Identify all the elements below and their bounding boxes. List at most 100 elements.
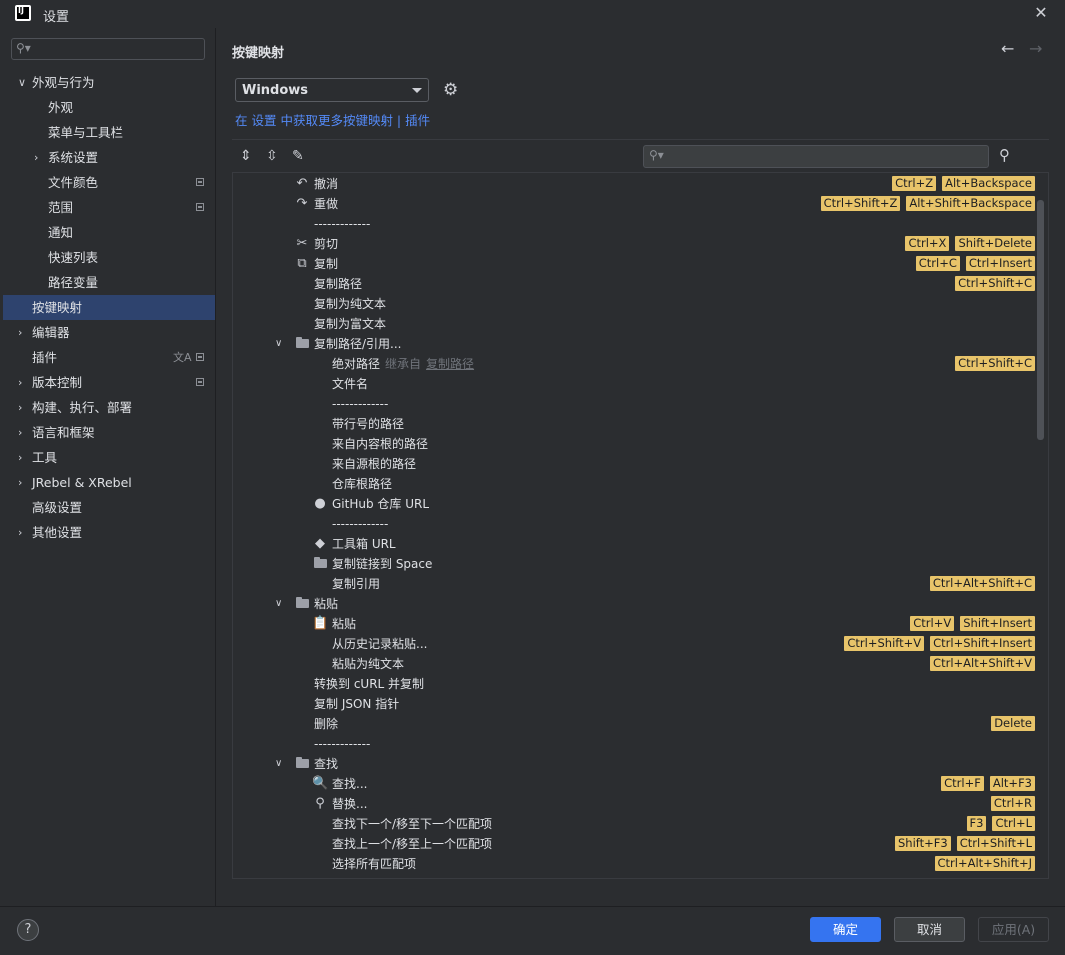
action-row[interactable]: ⚲ 替换... Ctrl+R bbox=[233, 794, 1048, 814]
action-label-text: 选择所有匹配项 bbox=[332, 857, 417, 871]
search-icon: ⚲▾ bbox=[16, 41, 31, 55]
get-more-keymaps-link[interactable]: 在 设置 中获取更多按键映射 | 插件 bbox=[235, 110, 430, 129]
sidebar-item[interactable]: 快速列表 bbox=[3, 245, 215, 270]
action-label: 转换到 cURL 并复制 bbox=[314, 674, 424, 694]
action-row[interactable]: 复制为富文本 bbox=[233, 314, 1048, 334]
action-row[interactable]: ∨ 复制路径/引用... bbox=[233, 334, 1048, 354]
sidebar-item[interactable]: › 工具 bbox=[3, 445, 215, 470]
action-label: 复制为富文本 bbox=[314, 314, 386, 334]
chevron-right-icon[interactable]: › bbox=[18, 420, 22, 445]
sidebar-item[interactable]: 按键映射 bbox=[3, 295, 215, 320]
inherited-from-link[interactable]: 复制路径 bbox=[426, 357, 474, 371]
shortcut-list: Ctrl+V Shift+Insert bbox=[910, 616, 1035, 632]
expand-all-icon[interactable]: ⇕ bbox=[240, 148, 252, 164]
cancel-button[interactable]: 取消 bbox=[894, 917, 965, 942]
chevron-right-icon[interactable]: › bbox=[18, 320, 22, 345]
action-row[interactable]: ↶ 撤消 Ctrl+Z Alt+Backspace bbox=[233, 174, 1048, 194]
action-row[interactable]: 查找上一个/移至上一个匹配项 Shift+F3 Ctrl+Shift+L bbox=[233, 834, 1048, 854]
sidebar-item[interactable]: › 版本控制 bbox=[3, 370, 215, 395]
action-row[interactable]: 文件名 bbox=[233, 374, 1048, 394]
action-row[interactable]: 从历史记录粘贴... Ctrl+Shift+V Ctrl+Shift+Insert bbox=[233, 634, 1048, 654]
help-button[interactable]: ? bbox=[17, 919, 39, 941]
action-row[interactable]: 🔍 查找... Ctrl+F Alt+F3 bbox=[233, 774, 1048, 794]
action-row[interactable]: ------------- bbox=[233, 514, 1048, 534]
action-row[interactable]: ◆ 工具箱 URL bbox=[233, 534, 1048, 554]
chevron-right-icon[interactable]: › bbox=[34, 145, 38, 170]
scrollbar[interactable] bbox=[1037, 200, 1044, 440]
collapse-all-icon[interactable]: ⇳ bbox=[266, 148, 278, 164]
chevron-right-icon[interactable]: › bbox=[18, 445, 22, 470]
sidebar-item[interactable]: ∨ 外观与行为 bbox=[3, 70, 215, 95]
action-row[interactable]: ↷ 重做 Ctrl+Shift+Z Alt+Shift+Backspace bbox=[233, 194, 1048, 214]
shortcut-list: Shift+F3 Ctrl+Shift+L bbox=[895, 836, 1035, 852]
action-row[interactable]: 绝对路径 继承自 复制路径 Ctrl+Shift+C bbox=[233, 354, 1048, 374]
action-row[interactable]: ✂ 剪切 Ctrl+X Shift+Delete bbox=[233, 234, 1048, 254]
action-row[interactable]: 复制引用 Ctrl+Alt+Shift+C bbox=[233, 574, 1048, 594]
action-row[interactable]: 转换到 cURL 并复制 bbox=[233, 674, 1048, 694]
gear-icon[interactable]: ⚙ bbox=[443, 80, 458, 100]
action-row[interactable]: ------------- bbox=[233, 734, 1048, 754]
chevron-down-icon[interactable]: ∨ bbox=[18, 70, 26, 95]
project-level-icon bbox=[196, 353, 204, 361]
sidebar-item[interactable]: 路径变量 bbox=[3, 270, 215, 295]
action-row[interactable]: 查找下一个/移至下一个匹配项 F3 Ctrl+L bbox=[233, 814, 1048, 834]
action-row[interactable]: ------------- bbox=[233, 214, 1048, 234]
sidebar-item-label: 工具 bbox=[32, 450, 58, 465]
action-row[interactable]: 复制路径 Ctrl+Shift+C bbox=[233, 274, 1048, 294]
find-by-shortcut-icon[interactable]: ⚲ bbox=[999, 146, 1010, 164]
action-row[interactable]: ∨ 查找 bbox=[233, 754, 1048, 774]
action-row[interactable]: 删除 Delete bbox=[233, 714, 1048, 734]
action-label: ------------- bbox=[332, 514, 388, 534]
sidebar-item[interactable]: › JRebel & XRebel bbox=[3, 470, 215, 495]
action-row[interactable]: 选择所有匹配项 Ctrl+Alt+Shift+J bbox=[233, 854, 1048, 874]
action-row[interactable]: 复制链接到 Space bbox=[233, 554, 1048, 574]
sidebar-search-input[interactable]: ⚲▾ bbox=[11, 38, 205, 60]
action-label: 从历史记录粘贴... bbox=[332, 634, 427, 654]
action-row[interactable]: 复制 JSON 指针 bbox=[233, 694, 1048, 714]
action-search-input[interactable]: ⚲▾ bbox=[643, 145, 989, 168]
sidebar-item[interactable]: › 系统设置 bbox=[3, 145, 215, 170]
chevron-right-icon[interactable]: › bbox=[18, 470, 22, 495]
action-label-text: 工具箱 URL bbox=[332, 537, 396, 551]
sidebar-item[interactable]: › 编辑器 bbox=[3, 320, 215, 345]
action-row[interactable]: ------------- bbox=[233, 394, 1048, 414]
action-icon: 🔍 bbox=[312, 776, 329, 791]
chevron-right-icon[interactable]: › bbox=[18, 395, 22, 420]
sidebar-item[interactable]: › 其他设置 bbox=[3, 520, 215, 545]
shortcut-badge: Ctrl+Z bbox=[892, 176, 937, 191]
action-row[interactable]: ⧉ 复制 Ctrl+C Ctrl+Insert bbox=[233, 254, 1048, 274]
action-row[interactable]: 仓库根路径 bbox=[233, 474, 1048, 494]
action-row[interactable]: 带行号的路径 bbox=[233, 414, 1048, 434]
action-row[interactable]: ● GitHub 仓库 URL bbox=[233, 494, 1048, 514]
keymap-dropdown[interactable]: Windows bbox=[235, 78, 429, 102]
action-row[interactable]: ∨ 粘贴 bbox=[233, 594, 1048, 614]
close-icon[interactable]: ✕ bbox=[1031, 3, 1051, 23]
sidebar-item[interactable]: 高级设置 bbox=[3, 495, 215, 520]
chevron-right-icon[interactable]: › bbox=[18, 370, 22, 395]
action-row[interactable]: 来自源根的路径 bbox=[233, 454, 1048, 474]
sidebar-item[interactable]: 菜单与工具栏 bbox=[3, 120, 215, 145]
sidebar-item[interactable]: 范围 bbox=[3, 195, 215, 220]
apply-button[interactable]: 应用(A) bbox=[978, 917, 1049, 942]
action-row[interactable]: 来自内容根的路径 bbox=[233, 434, 1048, 454]
sidebar-item[interactable]: › 构建、执行、部署 bbox=[3, 395, 215, 420]
edit-pencil-icon[interactable]: ✎ bbox=[292, 148, 304, 164]
forward-arrow-icon[interactable]: → bbox=[1029, 39, 1042, 58]
action-row[interactable]: 复制为纯文本 bbox=[233, 294, 1048, 314]
back-arrow-icon[interactable]: ← bbox=[1001, 39, 1014, 58]
chevron-down-icon[interactable]: ∨ bbox=[275, 754, 282, 774]
sidebar-item[interactable]: 插件 文A bbox=[3, 345, 215, 370]
action-label: ------------- bbox=[314, 214, 370, 234]
sidebar-item[interactable]: › 语言和框架 bbox=[3, 420, 215, 445]
sidebar-item[interactable]: 通知 bbox=[3, 220, 215, 245]
sidebar-item[interactable]: 文件颜色 bbox=[3, 170, 215, 195]
sidebar-item-label: 通知 bbox=[48, 225, 74, 240]
shortcut-badge: Ctrl+V bbox=[910, 616, 955, 631]
action-row[interactable]: 📋 粘贴 Ctrl+V Shift+Insert bbox=[233, 614, 1048, 634]
sidebar-item[interactable]: 外观 bbox=[3, 95, 215, 120]
chevron-right-icon[interactable]: › bbox=[18, 520, 22, 545]
ok-button[interactable]: 确定 bbox=[810, 917, 881, 942]
action-row[interactable]: 粘贴为纯文本 Ctrl+Alt+Shift+V bbox=[233, 654, 1048, 674]
chevron-down-icon[interactable]: ∨ bbox=[275, 334, 282, 354]
chevron-down-icon[interactable]: ∨ bbox=[275, 594, 282, 614]
